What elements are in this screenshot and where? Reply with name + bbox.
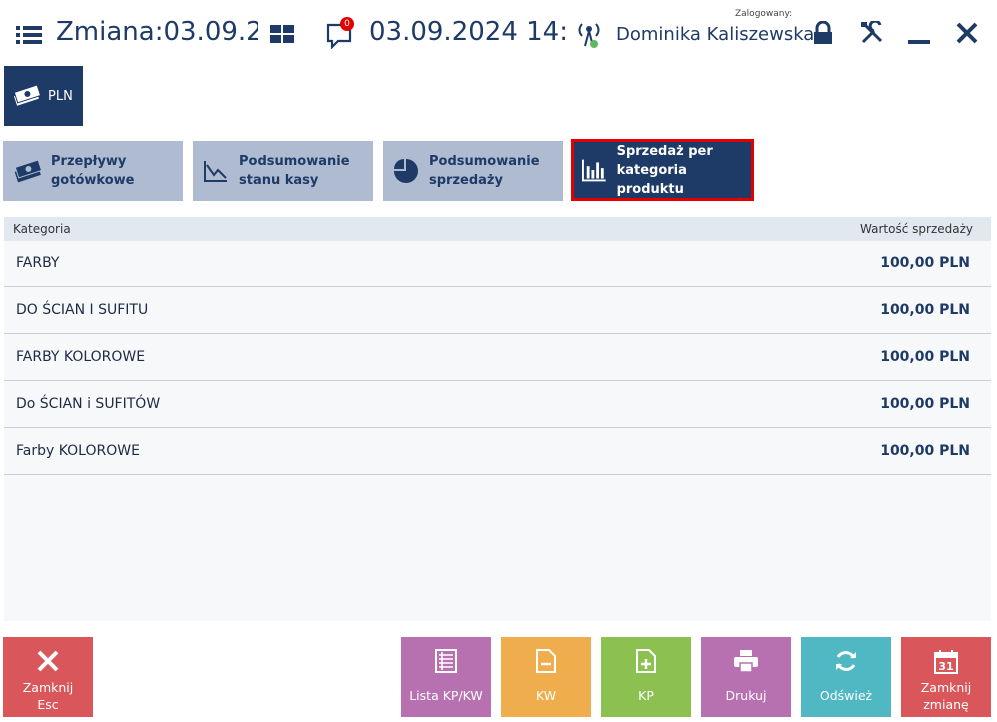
close-window-button[interactable] [956,22,978,44]
print-button[interactable]: Drukuj [701,637,791,717]
hamburger-icon [16,26,42,44]
money-icon [14,159,41,183]
tab-label: stanu kasy [239,173,319,188]
row-category: FARBY [16,255,60,271]
refresh-button[interactable]: Odśwież [801,637,891,717]
minimize-button[interactable] [908,24,932,46]
tab-sales-per-category[interactable]: Sprzedaż per kategoria produktu [571,139,754,201]
table-row[interactable]: Do ŚCIAN i SUFITÓW 100,00 PLN [4,382,991,428]
row-value: 100,00 PLN [880,443,970,459]
currency-label: PLN [48,88,73,104]
table-header: Kategoria Wartość sprzedaży [4,217,991,241]
minimize-icon [908,40,930,44]
close-icon [956,22,978,44]
grid-button[interactable] [270,25,294,43]
datetime: 03.09.2024 14:10 [369,17,569,47]
row-category: FARBY KOLOROWE [16,349,146,365]
row-value: 100,00 PLN [880,349,970,365]
pie-chart-icon [394,159,418,183]
table-row[interactable]: Farby KOLOROWE 100,00 PLN [4,429,991,475]
button-label: Lista KP/KW [409,688,483,703]
button-label: KP [638,688,654,703]
tab-sales-summary[interactable]: Podsumowanie sprzedaży [383,141,563,201]
row-category: Do ŚCIAN i SUFITÓW [16,396,161,412]
button-label: Drukuj [725,688,767,703]
close-esc-button[interactable]: Zamknij Esc [3,637,93,717]
tab-label: kategoria produktu [616,162,687,197]
tab-label: sprzedaży [429,173,503,188]
tab-label: Podsumowanie [239,154,350,169]
row-value: 100,00 PLN [880,302,970,318]
document-plus-icon [636,649,656,673]
row-value: 100,00 PLN [880,396,970,412]
button-label: Zamknij [920,680,972,695]
row-category: Farby KOLOROWE [16,443,140,459]
money-icon [12,84,40,107]
tab-label: Sprzedaż per [616,143,713,159]
list-kp-kw-button[interactable]: Lista KP/KW [401,637,491,717]
currency-tile[interactable]: PLN [4,66,83,126]
close-shift-button[interactable]: 31 Zamknij zmianę [901,637,991,717]
tab-label: gotówkowe [51,173,135,188]
document-minus-icon [536,649,556,673]
trend-down-icon [204,161,227,182]
grid-icon [270,25,294,43]
calendar-icon: 31 [934,650,958,674]
tools-icon [861,21,883,44]
logged-in-label: Zalogowany: [735,9,793,19]
sales-table: FARBY 100,00 PLN DO ŚCIAN I SUFITU 100,0… [4,241,991,621]
menu-button[interactable] [16,24,42,46]
svg-text:31: 31 [938,660,953,673]
column-header-category[interactable]: Kategoria [13,222,71,236]
lock-button[interactable] [812,21,834,45]
connection-status[interactable] [576,20,602,50]
button-label: Zamknij [22,680,74,695]
tab-label: Przepływy [51,154,127,169]
close-icon [37,650,59,672]
notifications-button[interactable]: 0 [326,17,356,49]
column-header-value[interactable]: Wartość sprzedaży [860,222,973,236]
table-row[interactable]: FARBY KOLOROWE 100,00 PLN [4,335,991,381]
tab-cash-flows[interactable]: Przepływy gotówkowe [3,141,183,201]
notification-badge: 0 [340,17,354,31]
lock-icon [814,21,832,44]
table-row[interactable]: DO ŚCIAN I SUFITU 100,00 PLN [4,288,991,334]
tools-button[interactable] [860,21,884,45]
button-label: Odśwież [819,688,873,703]
antenna-icon [578,23,600,48]
printer-icon [734,650,758,673]
tab-cash-summary[interactable]: Podsumowanie stanu kasy [193,141,373,201]
refresh-icon [836,651,856,671]
bar-chart-icon [582,159,606,182]
user-name: Dominika Kaliszewska [616,24,815,45]
tab-label: Podsumowanie [429,154,540,169]
kp-button[interactable]: KP [601,637,691,717]
shift-label: Zmiana:03.09.2024 [56,17,258,47]
kw-button[interactable]: KW [501,637,591,717]
table-row[interactable]: FARBY 100,00 PLN [4,241,991,287]
row-category: DO ŚCIAN I SUFITU [16,302,149,318]
button-label: KW [535,688,557,703]
button-label: Esc [37,697,59,712]
list-icon [435,649,457,673]
button-label: zmianę [923,697,969,712]
row-value: 100,00 PLN [880,255,970,271]
